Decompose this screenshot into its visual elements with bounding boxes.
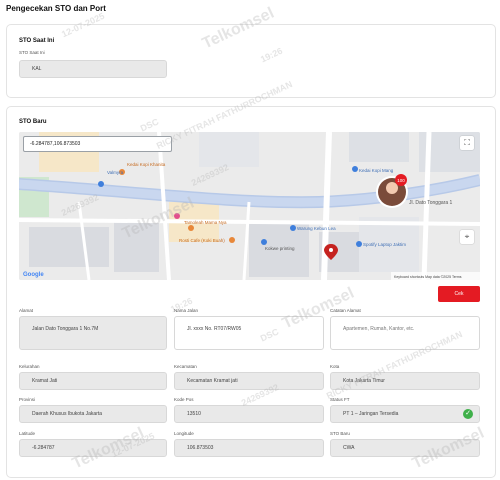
map-label: Valmyra — [107, 170, 124, 175]
sto-saat-ini-field: KAL — [19, 60, 167, 78]
street-label: Jl. Dato Tonggara 1 — [409, 200, 452, 206]
place-pin — [98, 181, 104, 187]
longitude-field: 106.873503 — [174, 439, 324, 457]
kode-pos-label: Kode Pos — [174, 397, 194, 402]
map-attribution: Keyboard shortcuts Map data ©2025 Terms — [394, 275, 462, 279]
map-label: Warung Kebun Lea — [297, 226, 336, 231]
check-circle-icon: ✓ — [463, 409, 473, 419]
place-pin — [229, 237, 235, 243]
place-pin — [290, 225, 296, 231]
kota-label: Kota — [330, 364, 340, 369]
nama-jalan-label: Nama Jalan — [174, 308, 199, 313]
catatan-alamat-label: Catatan Alamat — [330, 308, 361, 313]
place-pin — [352, 166, 358, 172]
avatar-badge-count: 100 — [397, 178, 405, 183]
kota-field: Kota Jakarta Timur — [330, 372, 480, 390]
kode-pos-field: 13510 — [174, 405, 324, 423]
kelurahan-field: Kramat Jati — [19, 372, 167, 390]
cek-button[interactable]: Cek — [438, 286, 480, 302]
provinsi-label: Provinsi — [19, 397, 36, 402]
alamat-label: Alamat — [19, 308, 34, 313]
map-label: Tamoleah Mama Nya — [184, 220, 227, 225]
map-label: Kedai Kopi Khanita — [127, 162, 166, 167]
kecamatan-field: Kecamatan Kramat jati — [174, 372, 324, 390]
sto-saat-ini-label: STO Saat Ini — [19, 50, 45, 55]
provinsi-field: Daerah Khusus Ibukota Jakarta — [19, 405, 167, 423]
latitude-label: Latitude — [19, 431, 36, 436]
alamat-field: Jalan Dato Tonggara 1 No.7M — [19, 316, 167, 350]
map-label: Spotify Laptop Jaktim — [363, 242, 406, 247]
map[interactable]: 100 Kedai Kopi Khanita Valmyra Tamoleah … — [19, 132, 480, 280]
catatan-alamat-field[interactable]: Apartemen, Rumah, Kantor, etc. — [330, 316, 480, 350]
sto-saat-ini-title: STO Saat Ini — [19, 38, 55, 44]
google-logo: Google — [23, 272, 44, 278]
sto-baru-title: STO Baru — [19, 119, 47, 125]
status-ft-label: Status FT — [330, 397, 350, 402]
place-pin — [261, 239, 267, 245]
map-label: Kokwe printing — [265, 246, 295, 251]
kelurahan-label: Kelurahan — [19, 364, 40, 369]
longitude-label: Longitude — [174, 431, 194, 436]
sto-baru-label: STO Baru — [330, 431, 350, 436]
place-pin — [356, 241, 362, 247]
map-label: Kedai Kopi Mang — [359, 168, 394, 173]
map-canvas[interactable]: 100 Kedai Kopi Khanita Valmyra Tamoleah … — [19, 132, 480, 280]
fullscreen-icon[interactable]: ⛶ — [460, 136, 474, 150]
coordinates-input[interactable]: -6.284787,106.873503 — [23, 136, 172, 152]
zoom-in-button[interactable]: ⌖ — [460, 230, 474, 244]
place-pin — [174, 213, 180, 219]
place-pin — [188, 225, 194, 231]
sto-baru-field: CWA — [330, 439, 480, 457]
latitude-field: -6.284787 — [19, 439, 167, 457]
page-title: Pengecekan STO dan Port — [6, 4, 106, 13]
status-ft-value: PT 1 – Jaringan Tersedia — [343, 411, 399, 417]
nama-jalan-field[interactable]: Jl. xxxx No. RT07/RW05 — [174, 316, 324, 350]
map-label: Rosti Cafe (Koki Buah) — [179, 238, 225, 243]
kecamatan-label: Kecamatan — [174, 364, 197, 369]
status-ft-field: PT 1 – Jaringan Tersedia ✓ — [330, 405, 480, 423]
